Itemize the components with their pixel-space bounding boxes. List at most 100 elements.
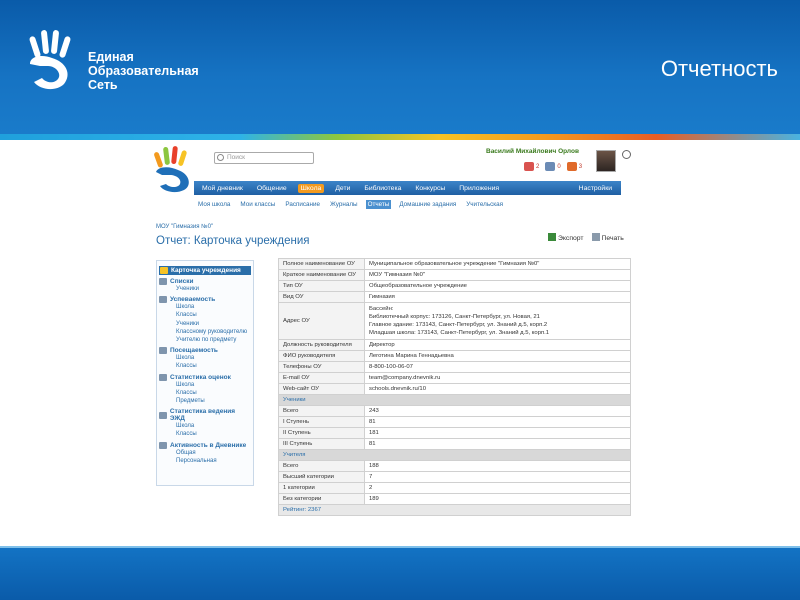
stats-icon bbox=[159, 373, 167, 381]
sidebar-item[interactable]: Классы bbox=[159, 430, 251, 438]
field-value: Леготина Марина Геннадьевна bbox=[364, 350, 631, 362]
subnav-homework[interactable]: Домашние задания bbox=[397, 200, 458, 209]
sidebar-item[interactable]: Школа bbox=[159, 303, 251, 311]
page-title: Отчет: Карточка учреждения bbox=[156, 235, 310, 247]
table-row: Web-сайт ОУ schools.dnevnik.ru/10 bbox=[278, 383, 631, 395]
sidebar-item[interactable]: Классному руководителю bbox=[159, 328, 251, 336]
subnav-schedule[interactable]: Расписание bbox=[283, 200, 322, 209]
nav-item-children[interactable]: Дети bbox=[332, 184, 353, 193]
app-screenshot: Поиск Василий Михайлович Орлов 2 0 3 Мой… bbox=[148, 140, 638, 540]
export-button[interactable]: Экспорт bbox=[548, 233, 584, 242]
table-row: Должность руководителя Директор bbox=[278, 339, 631, 351]
sidebar-section-grade-stats[interactable]: Статистика оценок bbox=[159, 373, 251, 381]
subnav-my-classes[interactable]: Мои классы bbox=[238, 200, 277, 209]
search-icon bbox=[217, 154, 224, 161]
subnav-teachers-room[interactable]: Учительская bbox=[464, 200, 505, 209]
field-value: 7 bbox=[364, 471, 631, 483]
sidebar-item[interactable]: Предметы bbox=[159, 397, 251, 405]
sidebar-item[interactable]: Школа bbox=[159, 381, 251, 389]
table-row: 1 категории 2 bbox=[278, 482, 631, 494]
slide-title: Отчетность bbox=[660, 56, 778, 81]
table-row: I Ступень 81 bbox=[278, 416, 631, 428]
sub-nav: Моя школа Мои классы Расписание Журналы … bbox=[196, 200, 505, 209]
subnav-journals[interactable]: Журналы bbox=[328, 200, 360, 209]
nav-item-apps[interactable]: Приложения bbox=[456, 184, 502, 193]
sidebar-item-institution-card[interactable]: Карточка учреждения bbox=[159, 266, 251, 275]
sidebar-item[interactable]: Классы bbox=[159, 389, 251, 397]
sidebar-item[interactable]: Общая bbox=[159, 449, 251, 457]
sidebar-item[interactable]: Учителю по предмету bbox=[159, 336, 251, 344]
card-icon bbox=[160, 267, 168, 274]
subnav-my-school[interactable]: Моя школа bbox=[196, 200, 232, 209]
rating-cell: Рейтинг: 2367 bbox=[278, 504, 631, 516]
sidebar-section-progress[interactable]: Успеваемость bbox=[159, 296, 251, 304]
breadcrumb[interactable]: МОУ "Гимназия №0" bbox=[156, 224, 213, 230]
nav-item-diary[interactable]: Мой дневник bbox=[199, 184, 246, 193]
slide-header: Единая Образовательная Сеть Отчетность bbox=[0, 0, 800, 140]
app-logo-icon[interactable] bbox=[150, 144, 198, 194]
envelope-icon bbox=[524, 162, 534, 171]
field-label: Должность руководителя bbox=[278, 339, 365, 351]
field-label: Полное наименование ОУ bbox=[278, 258, 365, 270]
print-button[interactable]: Печать bbox=[591, 233, 624, 242]
sidebar-item[interactable]: Ученики bbox=[159, 285, 251, 293]
field-value: 181 bbox=[364, 427, 631, 439]
sidebar-section-ejd-stats[interactable]: Статистика ведения ЭЖД bbox=[159, 408, 251, 422]
table-row: E-mail ОУ team@company.dnevnik.ru bbox=[278, 372, 631, 384]
sidebar-item[interactable]: Классы bbox=[159, 362, 251, 370]
sidebar-section-attendance[interactable]: Посещаемость bbox=[159, 347, 251, 355]
group-header: Учителя bbox=[278, 449, 631, 461]
hand-logo-icon bbox=[29, 30, 71, 90]
sidebar-item[interactable]: Персональная bbox=[159, 457, 251, 465]
nav-item-settings[interactable]: Настройки bbox=[576, 184, 615, 193]
field-label: Высший категории bbox=[278, 471, 365, 483]
user-name-link[interactable]: Василий Михайлович Орлов bbox=[486, 148, 579, 155]
table-row: Тип ОУ Общеобразовательное учреждение bbox=[278, 280, 631, 292]
calendar-icon bbox=[159, 347, 167, 355]
nav-item-library[interactable]: Библиотека bbox=[361, 184, 404, 193]
logout-power-icon[interactable] bbox=[622, 150, 631, 159]
people-icon bbox=[159, 441, 167, 449]
field-value: 2 bbox=[364, 482, 631, 494]
subnav-reports[interactable]: Отчеты bbox=[365, 200, 392, 209]
excel-icon bbox=[548, 233, 556, 241]
field-label: III Ступень bbox=[278, 438, 365, 450]
friends-badge[interactable]: 0 bbox=[545, 162, 561, 171]
sidebar-item[interactable]: Школа bbox=[159, 422, 251, 430]
notification-badges: 2 0 3 bbox=[524, 162, 582, 171]
table-row: Телефоны ОУ 8-800-100-06-07 bbox=[278, 361, 631, 373]
sidebar-section-lists[interactable]: Списки bbox=[159, 278, 251, 285]
field-label: Без категории bbox=[278, 493, 365, 505]
nav-item-communication[interactable]: Общение bbox=[254, 184, 290, 193]
field-label: ФИО руководителя bbox=[278, 350, 365, 362]
messages-badge[interactable]: 2 bbox=[524, 162, 539, 171]
sidebar-item[interactable]: Школа bbox=[159, 354, 251, 362]
avatar[interactable] bbox=[596, 150, 616, 172]
table-row: Без категории 189 bbox=[278, 493, 631, 505]
report-sidebar: Карточка учреждения Списки Ученики Успев… bbox=[156, 260, 254, 486]
table-group-row: Учителя bbox=[278, 449, 631, 461]
field-value: 81 bbox=[364, 438, 631, 450]
field-label: Всего bbox=[278, 405, 365, 417]
table-row: III Ступень 81 bbox=[278, 438, 631, 450]
nav-item-school[interactable]: Школа bbox=[297, 183, 325, 193]
field-label: Телефоны ОУ bbox=[278, 361, 365, 373]
field-label: E-mail ОУ bbox=[278, 372, 365, 384]
field-label: II Ступень bbox=[278, 427, 365, 439]
nav-item-contests[interactable]: Конкурсы bbox=[412, 184, 448, 193]
table-row: Высший категории 7 bbox=[278, 471, 631, 483]
field-value: 81 bbox=[364, 416, 631, 428]
printer-icon bbox=[591, 233, 600, 241]
field-value: 189 bbox=[364, 493, 631, 505]
field-label: I Ступень bbox=[278, 416, 365, 428]
field-label: Тип ОУ bbox=[278, 280, 365, 292]
table-row: Краткое наименование ОУ МОУ "Гимназия №0" bbox=[278, 269, 631, 281]
list-icon bbox=[159, 278, 167, 285]
chart-icon bbox=[159, 296, 167, 304]
sidebar-item[interactable]: Классы bbox=[159, 311, 251, 319]
sidebar-section-diary-activity[interactable]: Активность в Дневнике bbox=[159, 441, 251, 449]
events-badge[interactable]: 3 bbox=[566, 162, 582, 171]
search-input[interactable]: Поиск bbox=[214, 152, 314, 164]
field-label: Вид ОУ bbox=[278, 291, 365, 303]
sidebar-item[interactable]: Ученики bbox=[159, 320, 251, 328]
